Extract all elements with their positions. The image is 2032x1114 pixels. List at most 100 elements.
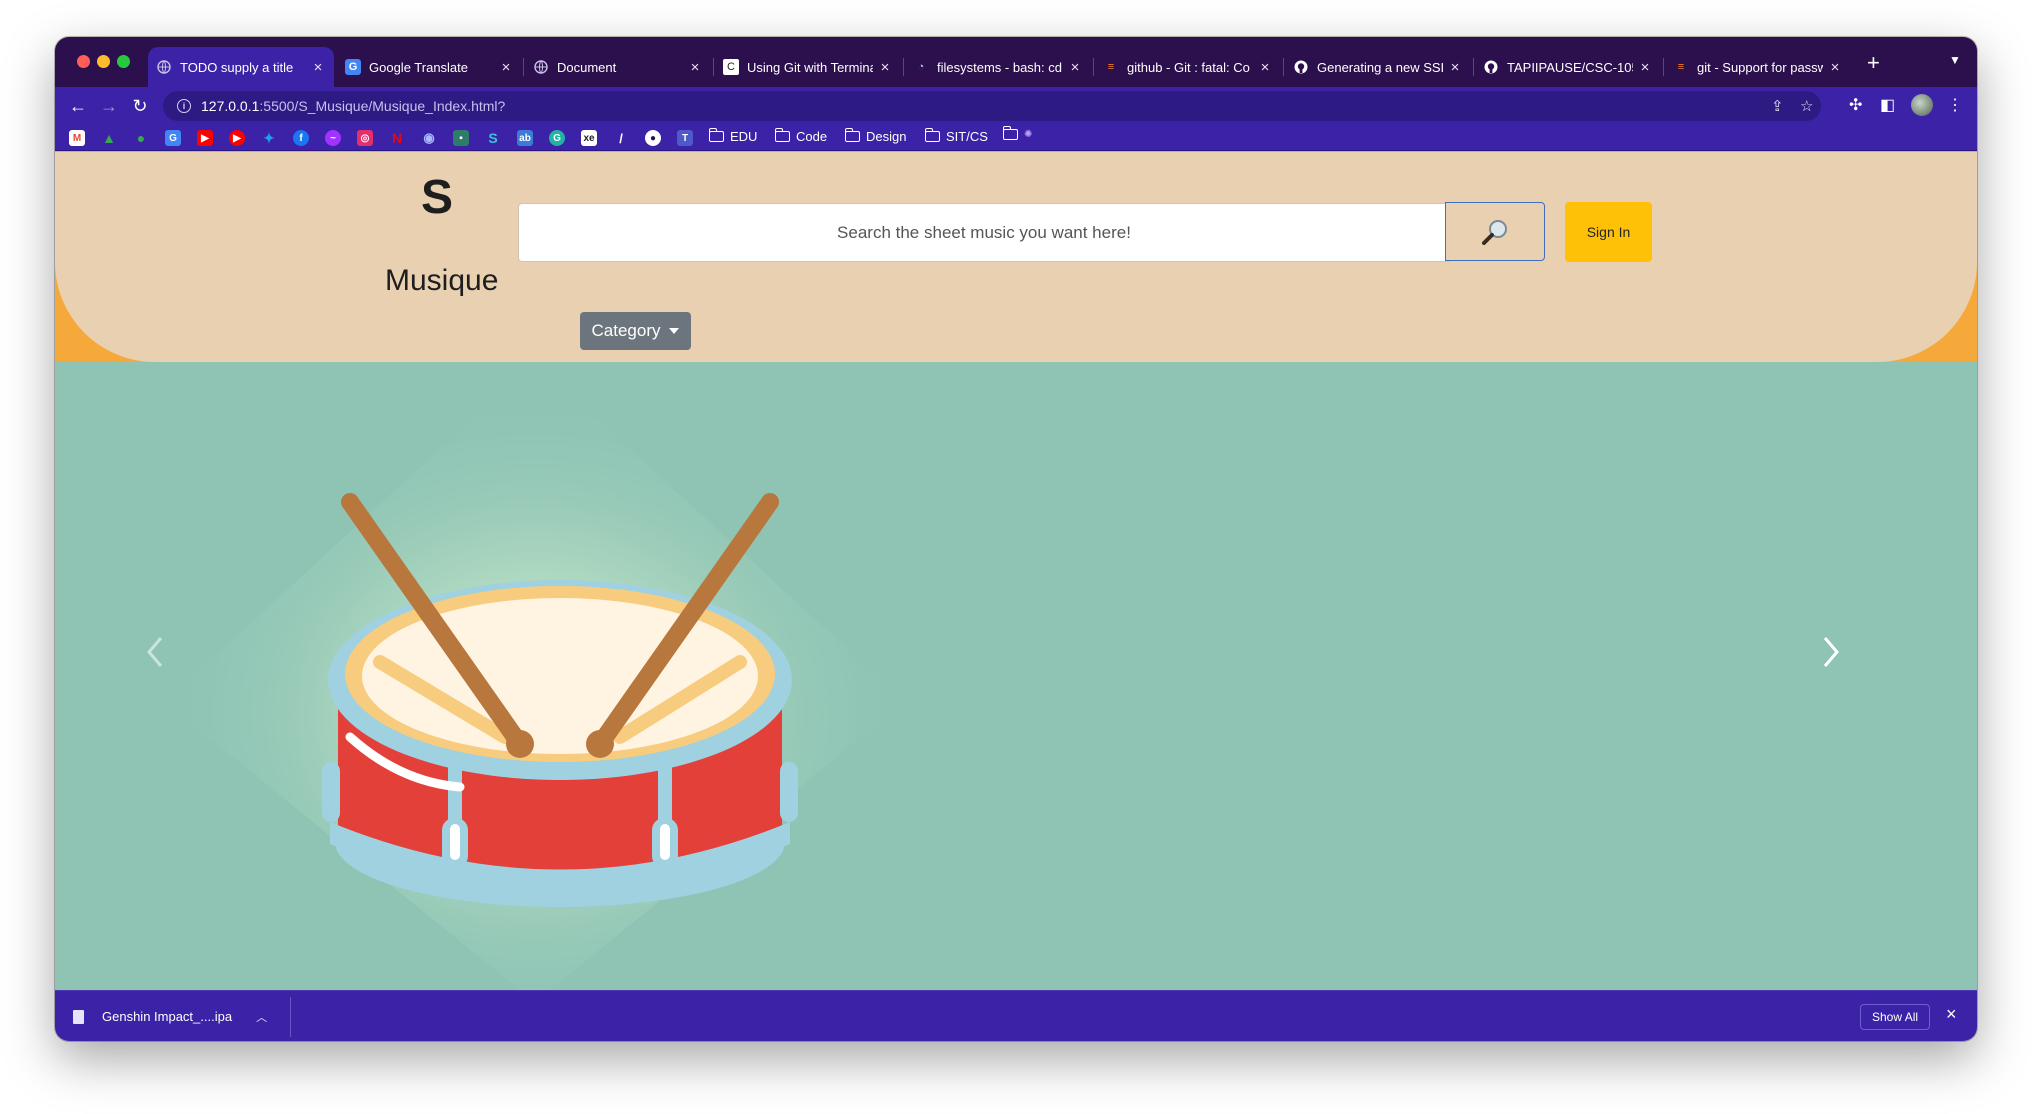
bookmark-star-icon[interactable]: ☆ xyxy=(1800,97,1813,115)
bookmark-folder-label: SIT/CS xyxy=(946,129,988,144)
sign-in-button[interactable]: Sign In xyxy=(1565,202,1652,262)
tab-strip: TODO supply a title × G Google Translate… xyxy=(55,37,1977,87)
tab-close-icon[interactable]: × xyxy=(1447,59,1463,76)
tab-tapiipause-repo[interactable]: TAPIIPAUSE/CSC-105 × xyxy=(1475,47,1661,87)
minimize-window-button[interactable] xyxy=(97,55,110,68)
chevron-right-icon xyxy=(1823,637,1839,667)
side-panel-icon[interactable]: ◧ xyxy=(1880,95,1895,115)
folder-icon xyxy=(844,128,860,142)
new-tab-icon[interactable]: + xyxy=(1867,52,1880,74)
c-logo-icon: C xyxy=(723,59,739,75)
tab-title: TAPIIPAUSE/CSC-105 xyxy=(1507,59,1633,75)
bookmark-folder-code[interactable]: Code xyxy=(774,128,827,144)
maximize-window-button[interactable] xyxy=(117,55,130,68)
download-file-name: Genshin Impact_....ipa xyxy=(102,1009,233,1024)
tab-separator xyxy=(1283,58,1284,76)
tab-close-icon[interactable]: × xyxy=(1637,59,1653,76)
bookmark-folder-sitcs[interactable]: SIT/CS xyxy=(924,128,988,144)
tab-close-icon[interactable]: × xyxy=(498,59,514,76)
stackoverflow-icon: ≡ xyxy=(1107,61,1115,73)
tab-close-icon[interactable]: × xyxy=(1827,59,1843,76)
menu-icon[interactable]: ⋮ xyxy=(1947,95,1963,115)
script-icon[interactable]: S xyxy=(485,130,501,146)
tab-separator xyxy=(713,58,714,76)
carousel-prev-button[interactable] xyxy=(135,622,175,682)
url-path: :5500/S_Musique/Musique_Index.html? xyxy=(259,98,506,114)
github-icon[interactable]: ● xyxy=(645,130,661,146)
search-input[interactable] xyxy=(518,203,1450,262)
app-icon[interactable]: ab xyxy=(517,130,533,146)
address-bar[interactable]: i 127.0.0.1:5500/S_Musique/Musique_Index… xyxy=(163,91,1821,121)
google-translate-icon[interactable]: G xyxy=(165,130,181,146)
tab-filesystems[interactable]: ◔ filesystems - bash: cd × xyxy=(905,47,1091,87)
bookmark-folder-design[interactable]: Design xyxy=(844,128,906,144)
facebook-icon[interactable]: f xyxy=(293,130,309,146)
tab-generating-ssh[interactable]: Generating a new SSH × xyxy=(1285,47,1471,87)
podcast-icon[interactable]: ◉ xyxy=(421,130,437,146)
bookmark-folder-edu[interactable]: EDU xyxy=(708,128,757,144)
bookmark-folder-unnamed[interactable]: ✺ xyxy=(1002,126,1032,140)
site-info-icon[interactable]: i xyxy=(177,99,191,113)
folder-icon xyxy=(924,128,940,142)
close-window-button[interactable] xyxy=(77,55,90,68)
tab-separator xyxy=(1093,58,1094,76)
grammarly-icon[interactable]: G xyxy=(549,130,565,146)
reload-icon[interactable]: ↻ xyxy=(129,95,151,117)
tab-separator xyxy=(523,58,524,76)
forward-icon[interactable]: → xyxy=(98,95,120,117)
tab-google-translate[interactable]: G Google Translate × xyxy=(337,47,522,87)
tab-separator xyxy=(1663,58,1664,76)
stackoverflow-icon: ≡ xyxy=(1677,61,1685,73)
show-all-downloads-button[interactable]: Show All xyxy=(1860,1004,1931,1030)
back-icon[interactable]: ← xyxy=(67,95,89,117)
share-icon[interactable]: ⇪ xyxy=(1771,97,1784,115)
profile-avatar[interactable] xyxy=(1911,94,1933,116)
site-header: S Musique Sign In Category xyxy=(55,152,1977,362)
download-item[interactable]: Genshin Impact_....ipa ︿ xyxy=(73,991,267,1041)
tab-close-icon[interactable]: × xyxy=(877,59,893,76)
bookmarks-bar: M ▲ ● G ▶ ▶ ✦ f ~ ◎ N ◉ ▪ S ab G xe / ● … xyxy=(55,125,1977,151)
snare-drum-image xyxy=(322,493,798,907)
instagram-icon[interactable]: ◎ xyxy=(357,130,373,146)
folder-icon xyxy=(1002,126,1018,140)
chat-icon[interactable]: ▪ xyxy=(453,130,469,146)
xd-icon[interactable]: xe xyxy=(581,130,597,146)
tab-search-chevron-icon[interactable]: ▼ xyxy=(1949,53,1961,67)
tab-todo[interactable]: TODO supply a title × xyxy=(148,47,334,87)
tab-close-icon[interactable]: × xyxy=(1257,59,1273,76)
tab-document[interactable]: Document × xyxy=(525,47,711,87)
folder-icon xyxy=(708,128,724,142)
tab-github-git-fatal[interactable]: ≡ github - Git : fatal: Co × xyxy=(1095,47,1281,87)
tab-close-icon[interactable]: × xyxy=(687,59,703,76)
search-button[interactable] xyxy=(1445,202,1545,261)
gmail-icon[interactable]: M xyxy=(69,130,85,146)
chevron-up-icon[interactable]: ︿ xyxy=(256,1009,267,1025)
close-icon[interactable]: × xyxy=(1946,1004,1957,1025)
teams-icon[interactable]: T xyxy=(677,130,693,146)
carousel-next-button[interactable] xyxy=(1811,622,1851,682)
youtube-icon[interactable]: ▶ xyxy=(197,130,213,146)
extensions-icon[interactable]: ✣ xyxy=(1849,95,1862,115)
globe-icon xyxy=(533,59,549,75)
netflix-icon[interactable]: N xyxy=(389,130,405,146)
tab-close-icon[interactable]: × xyxy=(1067,59,1083,76)
category-label: Category xyxy=(591,321,661,340)
tab-title: filesystems - bash: cd xyxy=(937,59,1062,75)
google-drive-icon[interactable]: ▲ xyxy=(101,130,117,146)
tab-using-git[interactable]: C Using Git with Termina × xyxy=(715,47,901,87)
tab-git-support[interactable]: ≡ git - Support for passw × xyxy=(1665,47,1851,87)
download-separator xyxy=(290,997,291,1037)
folder-icon xyxy=(774,128,790,142)
tab-close-icon[interactable]: × xyxy=(310,59,326,76)
messenger-icon[interactable]: ~ xyxy=(325,130,341,146)
logo-letter: S xyxy=(421,171,454,224)
twitter-icon[interactable]: ✦ xyxy=(261,130,277,146)
pen-icon[interactable]: / xyxy=(613,130,629,146)
google-maps-icon[interactable]: ● xyxy=(133,130,149,146)
tab-title: git - Support for passw xyxy=(1697,59,1823,75)
youtube-music-icon[interactable]: ▶ xyxy=(229,130,245,146)
logo-name: Musique xyxy=(385,264,499,297)
tab-title: TODO supply a title xyxy=(180,59,294,75)
address-toolbar: ← → ↻ i 127.0.0.1:5500/S_Musique/Musique… xyxy=(55,87,1977,125)
web-page: S Musique Sign In Category xyxy=(55,152,1977,990)
